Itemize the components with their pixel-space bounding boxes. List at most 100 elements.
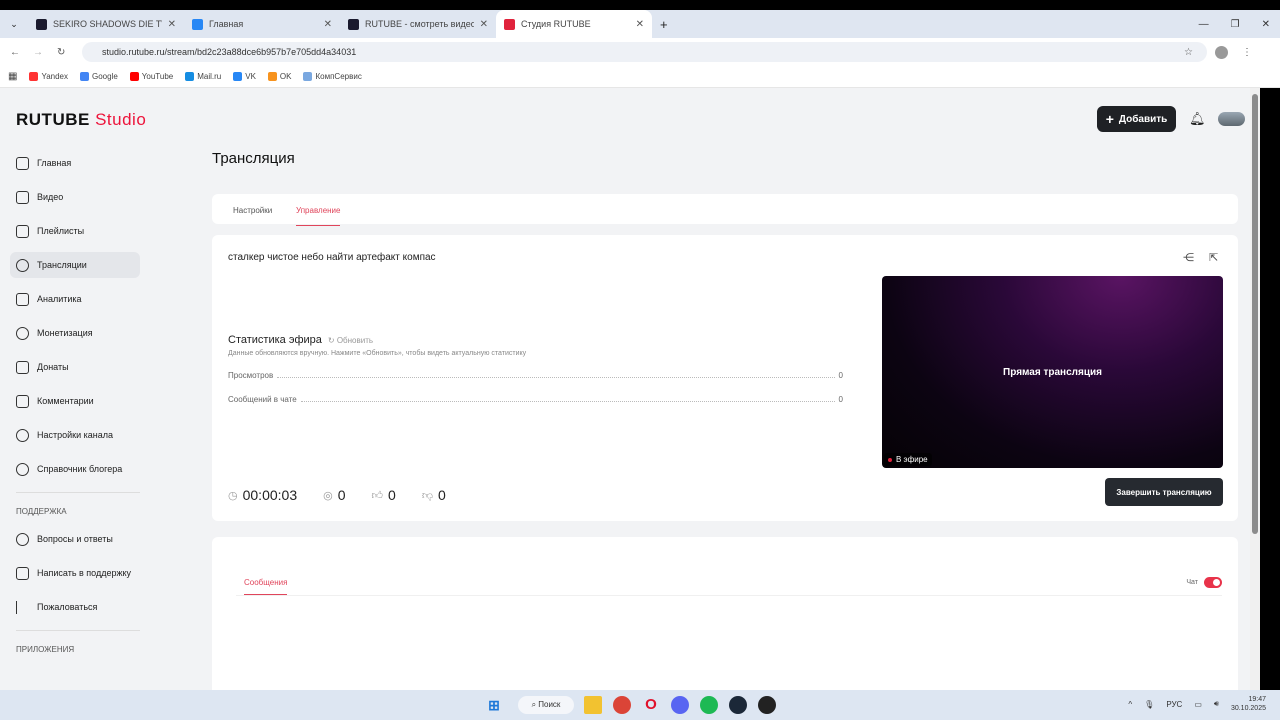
tab-management[interactable]: Управление [296,206,341,226]
file-explorer-icon[interactable] [584,696,602,714]
windows-start-icon[interactable]: ⊞ [485,696,503,714]
close-tab-icon[interactable]: ✕ [324,19,332,30]
chart-icon [16,292,29,306]
browser-tab[interactable]: SEKIRO SHADOWS DIE TWICE ✕ [28,10,184,38]
reload-icon[interactable]: ↻ [57,47,65,58]
back-icon[interactable]: ← [10,47,20,58]
bookmark[interactable]: Google [80,72,118,82]
video-icon [16,190,29,204]
tray-chevron-icon[interactable]: ^ [1128,700,1132,709]
bookmark[interactable]: YouTube [129,72,173,82]
refresh-button[interactable]: ↻ Обновить [328,336,373,345]
share-icon[interactable]: ⋲ [1183,251,1194,264]
sidebar-item-label: Главная [37,158,72,168]
tab-title: SEKIRO SHADOWS DIE TWICE [53,19,162,29]
bookmark[interactable]: VK [233,71,256,82]
bookmark[interactable]: OK [267,72,291,82]
bookmark-icon [185,72,195,82]
notifications-bell-icon[interactable]: 🔔︎ [1189,111,1206,127]
sidebar-item-report[interactable]: Пожаловаться [10,594,140,620]
bookmark-star-icon[interactable]: ☆ [1184,47,1193,58]
taskbar-search[interactable]: ⌕ Поиск [518,696,574,714]
microphone-icon[interactable]: 🎙︎ [1144,700,1154,709]
url-text: studio.rutube.ru/stream/bd2c23a88dce6b95… [102,47,357,57]
sidebar-item-streams[interactable]: Трансляции [10,252,140,278]
obs-icon[interactable] [758,696,776,714]
apps-grid-icon[interactable]: ▦ [8,71,17,82]
broadcast-icon [16,258,29,272]
sidebar-item-label: Пожаловаться [37,602,98,612]
browser-tab-active[interactable]: Студия RUTUBE ✕ [496,10,652,38]
sidebar-item-contact-support[interactable]: Написать в поддержку [10,560,140,586]
close-window-icon[interactable]: ✕ [1262,19,1270,30]
bookmark-icon [303,72,313,82]
bookmark[interactable]: КомпСервис [303,72,362,82]
new-tab-button[interactable]: + [660,17,668,32]
mail-icon [16,566,29,580]
spotify-icon[interactable] [700,696,718,714]
bookmark-icon [80,72,89,82]
open-external-icon[interactable]: ⇱ [1209,251,1218,264]
sidebar-item-comments[interactable]: Комментарии [10,388,140,414]
sidebar-item-donations[interactable]: Донаты [10,354,140,380]
url-input[interactable]: studio.rutube.ru/stream/bd2c23a88dce6b95… [82,42,1207,62]
clock[interactable]: 19:47 30.10.2025 [1231,695,1266,713]
discord-icon[interactable] [671,696,689,714]
tab-title: Главная [209,19,244,29]
close-tab-icon[interactable]: ✕ [636,19,644,30]
page-scrollbar[interactable] [1250,88,1260,690]
network-icon[interactable]: ▭ [1194,700,1202,709]
avatar[interactable] [1218,112,1245,126]
volume-icon[interactable]: 🔊︎ [1214,699,1219,709]
tab-search-chevron-icon[interactable]: ⌄ [0,19,28,30]
scrollbar-thumb[interactable] [1252,94,1258,534]
preview-label: Прямая трансляция [1003,367,1102,378]
browser-menu-icon[interactable]: ⋮ [1242,47,1252,58]
bookmark-label: Yandex [41,71,68,81]
tab-settings[interactable]: Настройки [233,206,272,215]
forward-icon[interactable]: → [33,47,43,58]
add-button[interactable]: + Добавить [1097,106,1176,132]
browser-tab[interactable]: RUTUBE - смотреть видео он ✕ [340,10,496,38]
sidebar: Главная Видео Плейлисты Трансляции Анали… [10,150,140,664]
tab-favicon-icon [192,18,203,30]
home-icon [16,156,29,170]
sidebar-item-blogger-guide[interactable]: Справочник блогера [10,456,140,482]
clock-date: 30.10.2025 [1230,705,1266,712]
sidebar-item-monetization[interactable]: Монетизация [10,320,140,346]
sidebar-item-analytics[interactable]: Аналитика [10,286,140,312]
end-stream-button[interactable]: Завершить трансляцию [1105,478,1223,506]
restore-icon[interactable]: ❐ [1231,19,1240,30]
sidebar-item-channel-settings[interactable]: Настройки канала [10,422,140,448]
clock-time: 19:47 [1248,696,1266,703]
stat-row-chat-messages: Сообщений в чате 0 [228,395,843,404]
sidebar-item-videos[interactable]: Видео [10,184,140,210]
sidebar-item-home[interactable]: Главная [10,150,140,176]
live-dot-icon [888,457,892,462]
browser-tab-bar: ⌄ SEKIRO SHADOWS DIE TWICE ✕ Главная ✕ RUT… [0,10,1280,38]
language-indicator[interactable]: РУС [1166,700,1182,709]
rutube-studio-logo[interactable]: RUTUBE Studio [16,110,146,130]
profile-icon[interactable] [1215,45,1228,59]
tab-messages[interactable]: Сообщения [244,578,288,595]
browser-tab[interactable]: Главная ✕ [184,10,340,38]
chat-toggle[interactable] [1204,577,1222,588]
windows-taskbar: ⊞ ⌕ Поиск O ^ 🎙︎ РУС ▭ 🔊︎ 19:47 30.10.202… [0,690,1280,720]
chat-card: Сообщения Чат [212,537,1238,690]
bookmark[interactable]: Yandex [29,71,68,82]
close-tab-icon[interactable]: ✕ [168,19,176,30]
minimize-icon[interactable]: — [1199,19,1209,30]
question-icon [16,532,29,546]
sidebar-item-playlists[interactable]: Плейлисты [10,218,140,244]
close-tab-icon[interactable]: ✕ [480,19,488,30]
sidebar-item-faq[interactable]: Вопросы и ответы [10,526,140,552]
refresh-icon: ↻ [327,336,337,345]
chat-toggle-label: Чат [1186,579,1198,586]
bookmark[interactable]: Mail.ru [185,72,221,82]
steam-icon[interactable] [729,696,747,714]
sidebar-item-label: Написать в поддержку [37,568,132,578]
bookmark-label: VK [245,71,256,81]
stream-preview[interactable]: Прямая трансляция В эфире [882,276,1223,468]
opera-icon[interactable]: O [642,696,660,714]
chrome-icon[interactable] [613,696,631,714]
